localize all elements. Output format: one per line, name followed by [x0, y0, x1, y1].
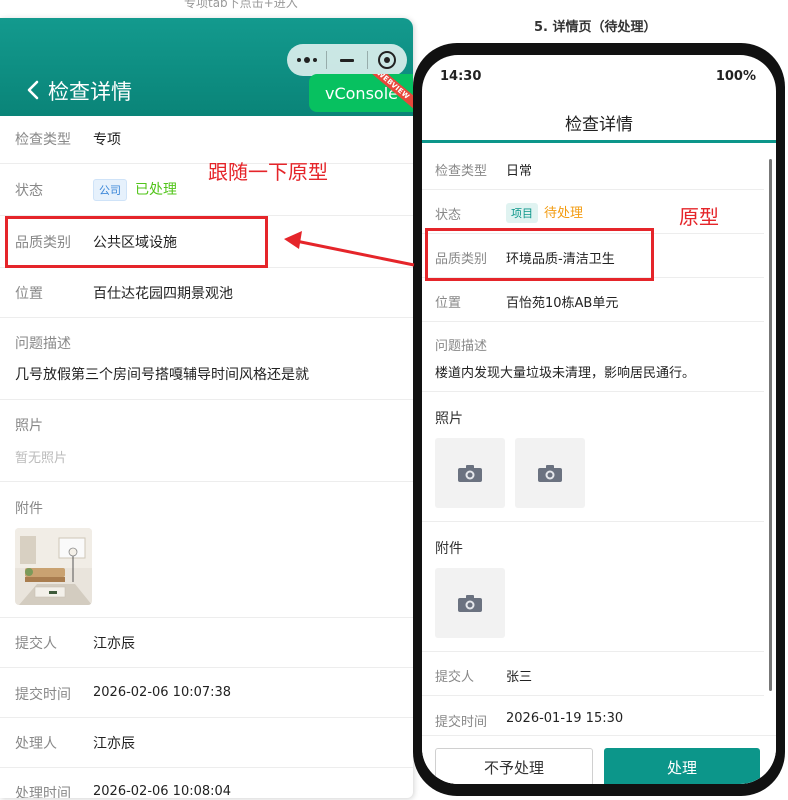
no-photos-text: 暂无照片	[15, 451, 68, 466]
follow-prototype-note: 跟随一下原型	[208, 160, 328, 184]
current-app-panel: 检查详情 vConsole WEBVIEW 检查类型 专项 状态 公司已处理	[0, 18, 413, 798]
problem-label: 问题描述	[15, 336, 71, 352]
proto-row-photos: 照片	[422, 392, 764, 522]
status-bar: 14:30 100%	[422, 55, 776, 95]
proto-submit-time-value: 2026-01-19 15:30	[506, 711, 624, 726]
proto-submitter-value: 张三	[506, 670, 533, 685]
battery-level: 100%	[715, 69, 756, 84]
reject-button[interactable]: 不予处理	[435, 748, 593, 784]
inspect-type-value: 专项	[93, 132, 121, 148]
row-photos: 照片 暂无照片	[0, 400, 413, 482]
handle-time-label: 处理时间	[15, 786, 71, 798]
top-caption: 专项tab下点击+进入	[184, 0, 298, 10]
more-button[interactable]	[287, 44, 326, 76]
back-button[interactable]	[24, 78, 44, 102]
minus-icon	[340, 58, 354, 62]
proto-attachments-label: 附件	[435, 541, 463, 557]
proto-inspect-type-label: 检查类型	[435, 164, 488, 179]
proto-photos-label: 照片	[435, 411, 463, 427]
submit-time-value: 2026-02-06 10:07:38	[93, 685, 232, 700]
camera-icon	[458, 594, 482, 612]
status-badge: 已处理	[135, 182, 177, 198]
submitter-value: 江亦辰	[93, 636, 135, 652]
miniprogram-capsule	[287, 44, 407, 76]
status-label: 状态	[15, 183, 43, 199]
proto-row-submit-time: 提交时间 2026-01-19 15:30	[422, 696, 764, 740]
row-submitter: 提交人 江亦辰	[0, 618, 413, 668]
proto-problem-value: 楼道内发现大量垃圾未清理，影响居民通行。	[435, 366, 696, 381]
row-submit-time: 提交时间 2026-02-06 10:07:38	[0, 668, 413, 718]
target-icon	[378, 51, 397, 69]
inspect-type-label: 检查类型	[15, 132, 71, 148]
chevron-left-icon	[27, 80, 39, 100]
room-photo-icon	[15, 528, 92, 605]
location-label: 位置	[15, 286, 43, 302]
submit-time-label: 提交时间	[15, 687, 71, 703]
close-capsule-button[interactable]	[368, 44, 407, 76]
more-dots-icon	[296, 57, 317, 63]
company-tag: 公司	[93, 179, 127, 201]
proto-location-value: 百怡苑10栋AB单元	[506, 296, 619, 311]
proto-row-submitter: 提交人 张三	[422, 652, 764, 696]
process-button[interactable]: 处理	[604, 748, 760, 784]
proto-location-label: 位置	[435, 296, 462, 311]
row-handle-time: 处理时间 2026-02-06 10:08:04	[0, 768, 413, 798]
row-status: 状态 公司 已处理	[0, 164, 413, 216]
proto-inspect-type-value: 日常	[506, 164, 533, 179]
prototype-screen: 14:30 100% 检查详情 检查类型 日常 状态 项目 待处理 品质类别 环境…	[422, 55, 776, 784]
proto-row-problem: 问题描述 楼道内发现大量垃圾未清理，影响居民通行。	[422, 322, 764, 392]
photo-placeholder-2[interactable]	[515, 438, 585, 508]
attachment-placeholder[interactable]	[435, 568, 505, 638]
attachment-image[interactable]	[15, 528, 92, 605]
photos-label: 照片	[15, 418, 43, 434]
handler-label: 处理人	[15, 736, 57, 752]
camera-icon	[458, 464, 482, 482]
action-footer: 不予处理 处理	[422, 735, 776, 784]
proto-problem-label: 问题描述	[435, 339, 488, 354]
prototype-phone-frame: 14:30 100% 检查详情 检查类型 日常 状态 项目 待处理 品质类别 环境…	[413, 43, 785, 796]
prototype-caption: 5. 详情页（待处理）	[534, 20, 657, 35]
photo-placeholder-1[interactable]	[435, 438, 505, 508]
row-handler: 处理人 江亦辰	[0, 718, 413, 768]
project-tag: 项目	[506, 203, 538, 223]
proto-row-location: 位置 百怡苑10栋AB单元	[422, 278, 764, 322]
attachments-label: 附件	[15, 501, 43, 517]
vconsole-button[interactable]: vConsole WEBVIEW	[309, 74, 413, 112]
prototype-nav-bar: 检查详情	[422, 95, 776, 143]
prototype-page-title: 检查详情	[565, 115, 633, 135]
proto-status-badge: 待处理	[544, 206, 584, 221]
status-time: 14:30	[440, 69, 482, 84]
proto-row-inspect-type: 检查类型 日常	[422, 146, 764, 190]
proto-row-attachments: 附件	[422, 522, 764, 652]
camera-icon	[538, 464, 562, 482]
problem-value: 几号放假第三个房间号搭嘎辅导时间风格还是就	[15, 367, 309, 383]
proto-status-label: 状态	[435, 208, 462, 223]
submitter-label: 提交人	[15, 636, 57, 652]
row-inspect-type: 检查类型 专项	[0, 116, 413, 164]
page-title: 检查详情	[48, 80, 132, 104]
minimize-button[interactable]	[327, 44, 366, 76]
handler-value: 江亦辰	[93, 736, 135, 752]
row-problem: 问题描述 几号放假第三个房间号搭嘎辅导时间风格还是就	[0, 318, 413, 400]
scrollbar[interactable]	[769, 159, 772, 691]
proto-submit-time-label: 提交时间	[435, 715, 488, 730]
nav-header: 检查详情 vConsole WEBVIEW	[0, 18, 413, 116]
right-highlight-box	[425, 228, 654, 281]
left-highlight-box	[5, 216, 268, 268]
location-value: 百仕达花园四期景观池	[93, 286, 233, 302]
row-location: 位置 百仕达花园四期景观池	[0, 268, 413, 318]
prototype-note: 原型	[679, 205, 719, 229]
handle-time-value: 2026-02-06 10:08:04	[93, 784, 232, 798]
proto-submitter-label: 提交人	[435, 670, 475, 685]
